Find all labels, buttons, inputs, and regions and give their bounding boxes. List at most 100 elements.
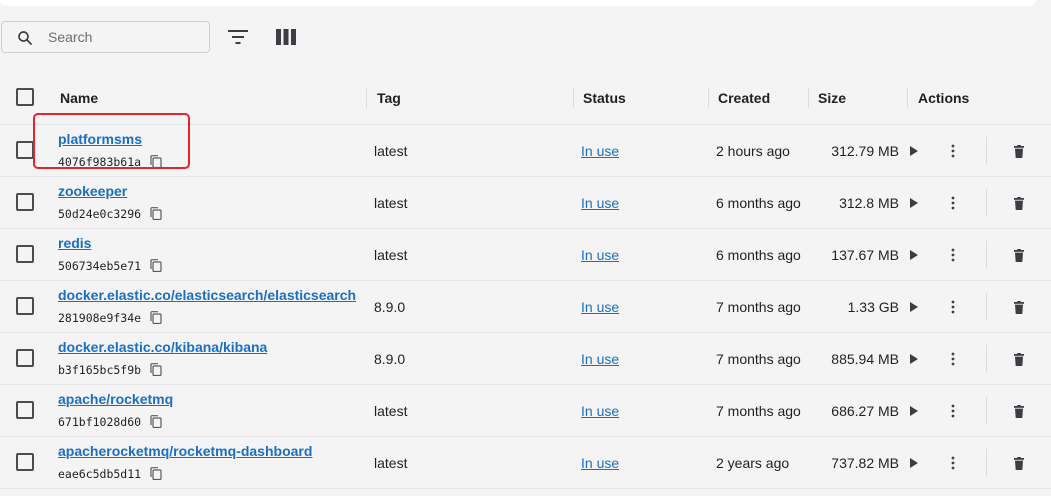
image-size: 312.8 MB [839, 195, 899, 211]
actions-divider [986, 449, 987, 477]
column-divider[interactable] [573, 88, 574, 108]
delete-button[interactable] [1010, 453, 1028, 473]
image-size: 885.94 MB [831, 351, 899, 367]
image-size: 1.33 GB [847, 299, 899, 315]
image-name-link[interactable]: redis [58, 235, 91, 251]
column-header-status[interactable]: Status [583, 90, 626, 106]
delete-button[interactable] [1010, 193, 1028, 213]
run-button[interactable] [906, 193, 922, 213]
run-button[interactable] [906, 453, 922, 473]
column-header-name[interactable]: Name [60, 90, 98, 106]
image-size: 312.79 MB [831, 143, 899, 159]
image-name-link[interactable]: apacherocketmq/rocketmq-dashboard [58, 443, 312, 459]
image-name-link[interactable]: apache/rocketmq [58, 391, 173, 407]
column-divider[interactable] [907, 88, 908, 108]
copy-icon[interactable] [150, 259, 162, 272]
play-icon [910, 458, 918, 468]
status-link[interactable]: In use [581, 299, 619, 315]
created-time: 7 months ago [716, 403, 801, 419]
copy-icon[interactable] [150, 207, 162, 220]
image-name-link[interactable]: zookeeper [58, 183, 127, 199]
image-name-link[interactable]: docker.elastic.co/elasticsearch/elastics… [58, 287, 356, 303]
delete-button[interactable] [1010, 245, 1028, 265]
image-name-link[interactable]: docker.elastic.co/kibana/kibana [58, 339, 267, 355]
more-actions-button[interactable] [944, 297, 962, 317]
table-row: redis 506734eb5e71 latest In use 6 month… [0, 229, 1051, 281]
column-header-actions: Actions [918, 90, 970, 106]
created-time: 7 months ago [716, 299, 801, 315]
row-checkbox[interactable] [16, 401, 34, 419]
image-id: 506734eb5e71 [58, 259, 142, 273]
actions-divider [986, 293, 987, 321]
copy-icon[interactable] [150, 155, 162, 168]
copy-icon[interactable] [150, 415, 162, 428]
row-checkbox[interactable] [16, 245, 34, 263]
more-actions-button[interactable] [944, 193, 962, 213]
table-row: apache/rocketmq 671bf1028d60 latest In u… [0, 385, 1051, 437]
copy-icon[interactable] [150, 311, 162, 324]
run-button[interactable] [906, 349, 922, 369]
status-link[interactable]: In use [581, 195, 619, 211]
filter-icon [228, 30, 248, 44]
column-header-tag[interactable]: Tag [377, 90, 401, 106]
row-checkbox[interactable] [16, 193, 34, 211]
image-size: 737.82 MB [831, 455, 899, 471]
table-row: docker.elastic.co/elasticsearch/elastics… [0, 281, 1051, 333]
delete-button[interactable] [1010, 141, 1028, 161]
copy-icon[interactable] [150, 363, 162, 376]
created-time: 6 months ago [716, 247, 801, 263]
more-vert-icon [951, 456, 955, 470]
image-name-link[interactable]: platformsms [58, 131, 142, 147]
actions-divider [986, 137, 987, 165]
play-icon [910, 146, 918, 156]
image-id: 671bf1028d60 [58, 415, 142, 429]
delete-button[interactable] [1010, 349, 1028, 369]
run-button[interactable] [906, 141, 922, 161]
more-actions-button[interactable] [944, 401, 962, 421]
run-button[interactable] [906, 401, 922, 421]
image-tag: latest [374, 455, 408, 471]
column-divider[interactable] [366, 88, 367, 108]
run-button[interactable] [906, 297, 922, 317]
select-all-checkbox[interactable] [16, 88, 34, 106]
play-icon [910, 302, 918, 312]
image-tag: 8.9.0 [374, 299, 406, 315]
more-actions-button[interactable] [944, 141, 962, 161]
more-vert-icon [951, 352, 955, 366]
row-checkbox[interactable] [16, 141, 34, 159]
more-actions-button[interactable] [944, 245, 962, 265]
image-tag: latest [374, 195, 408, 211]
delete-button[interactable] [1010, 297, 1028, 317]
status-link[interactable]: In use [581, 455, 619, 471]
image-tag: 8.9.0 [374, 351, 406, 367]
more-actions-button[interactable] [944, 453, 962, 473]
table-row: apacherocketmq/rocketmq-dashboard eae6c5… [0, 437, 1051, 489]
column-header-created[interactable]: Created [718, 90, 770, 106]
play-icon [910, 198, 918, 208]
image-id: 50d24e0c3296 [58, 207, 142, 221]
search-input[interactable] [48, 27, 203, 47]
status-link[interactable]: In use [581, 351, 619, 367]
column-header-size[interactable]: Size [818, 90, 846, 106]
status-link[interactable]: In use [581, 403, 619, 419]
trash-icon [1014, 248, 1024, 262]
delete-button[interactable] [1010, 401, 1028, 421]
row-checkbox[interactable] [16, 297, 34, 315]
trash-icon [1014, 352, 1024, 366]
filter-button[interactable] [226, 26, 250, 48]
row-checkbox[interactable] [16, 349, 34, 367]
trash-icon [1014, 456, 1024, 470]
search-box[interactable] [1, 21, 210, 53]
trash-icon [1014, 300, 1024, 314]
copy-icon[interactable] [150, 467, 162, 480]
run-button[interactable] [906, 245, 922, 265]
status-link[interactable]: In use [581, 143, 619, 159]
image-id: b3f165bc5f9b [58, 363, 142, 377]
image-tag: latest [374, 247, 408, 263]
status-link[interactable]: In use [581, 247, 619, 263]
column-divider[interactable] [708, 88, 709, 108]
columns-button[interactable] [274, 26, 298, 48]
row-checkbox[interactable] [16, 453, 34, 471]
column-divider[interactable] [808, 88, 809, 108]
more-actions-button[interactable] [944, 349, 962, 369]
